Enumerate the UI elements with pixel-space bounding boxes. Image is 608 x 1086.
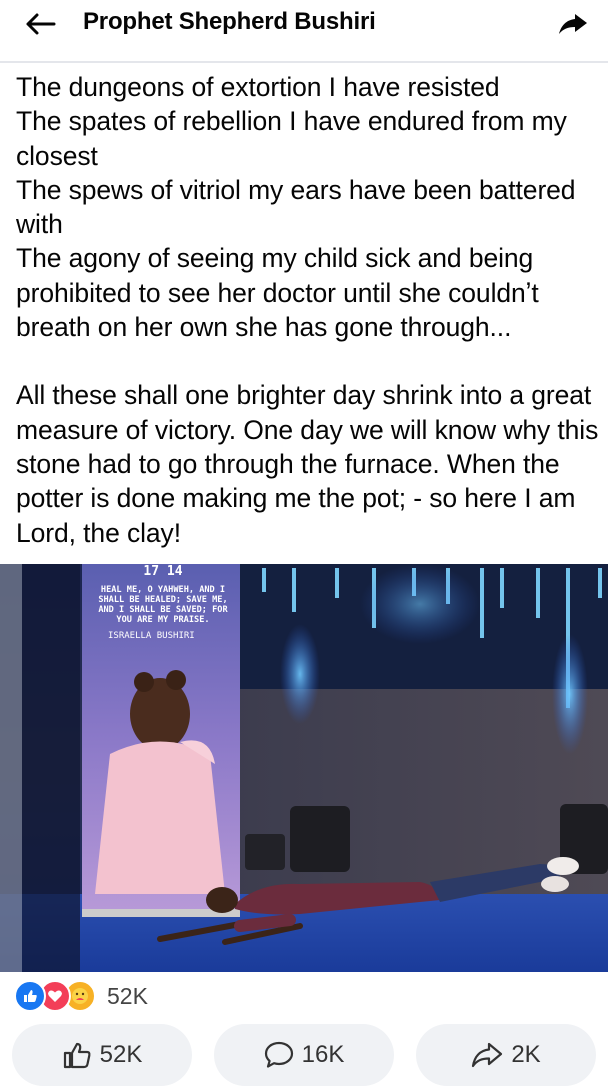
- banner-text: 17 14 HEAL ME, O YAHWEH, AND I SHALL BE …: [88, 564, 238, 641]
- post-line: The spews of vitriol my ears have been b…: [16, 174, 576, 240]
- post-line: The spates of rebellion I have endured f…: [16, 106, 567, 171]
- thumbs-up-icon: [63, 1042, 91, 1069]
- post-body: The dungeons of extortion I have resiste…: [16, 70, 601, 550]
- reaction-count: 52K: [107, 982, 148, 1009]
- like-icon: [14, 980, 46, 1012]
- share-arrow-icon: [559, 14, 587, 34]
- comment-button[interactable]: 16K: [214, 1024, 394, 1086]
- banner-signature: ISRAELLA BUSHIRI: [108, 631, 195, 641]
- share-icon: [472, 1042, 503, 1068]
- share-button[interactable]: 2K: [416, 1024, 596, 1086]
- comment-icon: [264, 1041, 293, 1068]
- banner-verse-line: AND I SHALL BE SAVED; FOR: [98, 605, 228, 615]
- post-photo[interactable]: 17 14 HEAL ME, O YAHWEH, AND I SHALL BE …: [0, 564, 608, 972]
- arrow-left-icon: [26, 13, 56, 35]
- banner-verse: HEAL ME, O YAHWEH, AND I SHALL BE HEALED…: [88, 585, 238, 625]
- page-title: Prophet Shepherd Bushiri: [83, 8, 376, 35]
- post-header: Prophet Shepherd Bushiri: [0, 0, 608, 48]
- banner-verse-line: SHALL BE HEALED; SAVE ME,: [98, 595, 228, 605]
- comment-count: 16K: [301, 1041, 345, 1068]
- share-button-header[interactable]: [556, 10, 590, 38]
- reactions-summary[interactable]: 52K: [14, 980, 148, 1012]
- back-button[interactable]: [22, 10, 58, 38]
- banner-verse-line: YOU ARE MY PRAISE.: [116, 615, 210, 625]
- like-button[interactable]: 52K: [12, 1024, 192, 1086]
- post-line: The dungeons of extortion I have resiste…: [16, 72, 500, 102]
- header-divider: [0, 61, 608, 63]
- share-count: 2K: [511, 1041, 541, 1068]
- post-paragraph: All these shall one brighter day shrink …: [16, 380, 599, 548]
- like-count: 52K: [99, 1041, 143, 1068]
- banner-verse-line: HEAL ME, O YAHWEH, AND I: [100, 585, 226, 595]
- post-line: The agony of seeing my child sick and be…: [16, 243, 539, 343]
- banner-date: 17 14: [143, 564, 183, 579]
